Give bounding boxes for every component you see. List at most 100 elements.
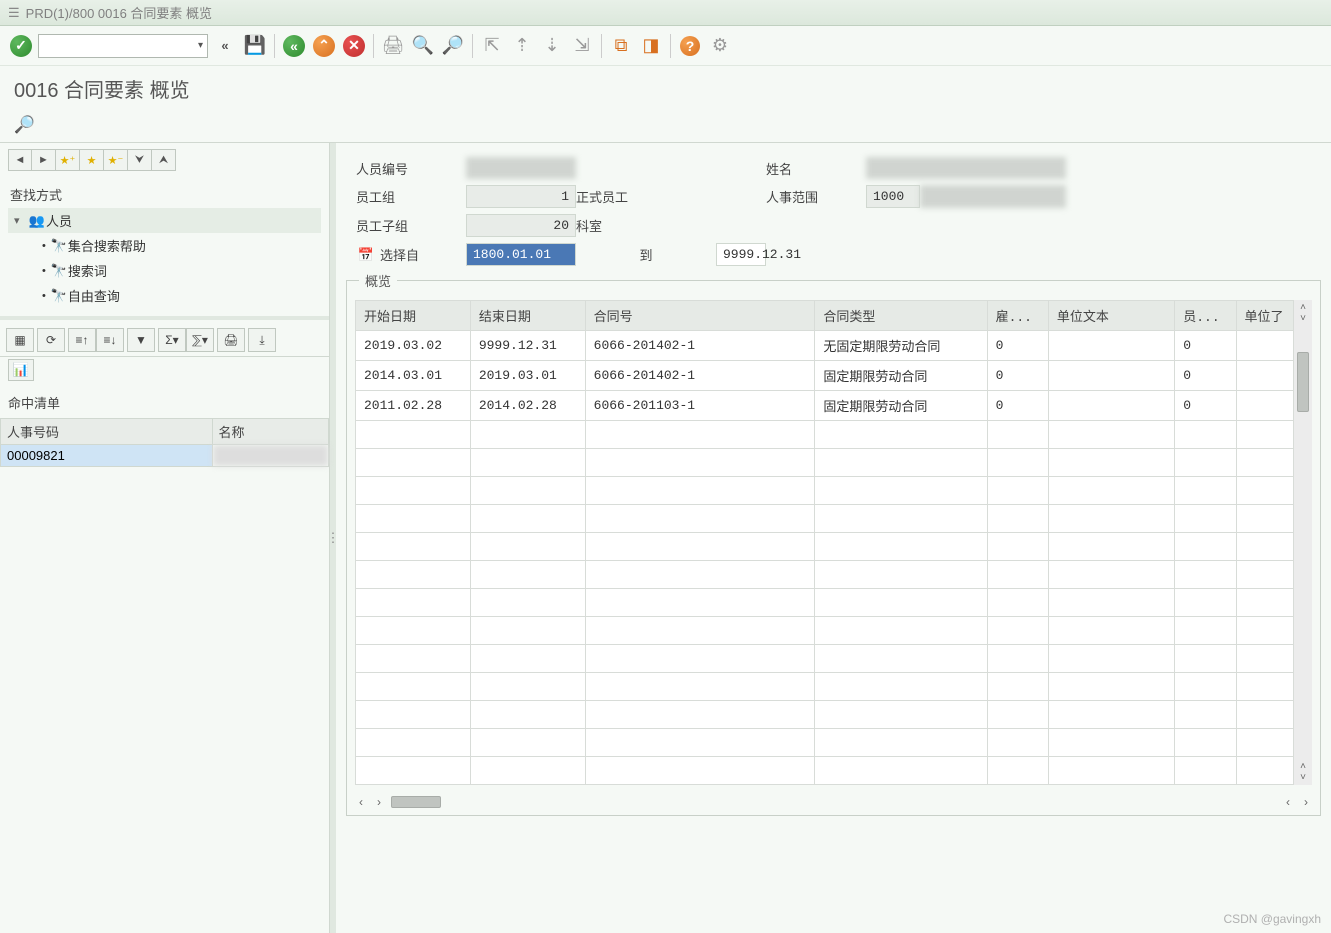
refresh-icon[interactable]: ⟳ xyxy=(37,328,65,352)
field-empsubgroup-text: 科室 xyxy=(576,216,716,235)
nav-next-icon[interactable]: ► xyxy=(32,149,56,171)
table-row-empty[interactable] xyxy=(356,533,1294,561)
print-icon[interactable]: 🖨 xyxy=(380,33,406,59)
table-row-empty[interactable] xyxy=(356,449,1294,477)
save-icon[interactable]: 💾 xyxy=(242,33,268,59)
table-row-empty[interactable] xyxy=(356,617,1294,645)
table-row-empty[interactable] xyxy=(356,477,1294,505)
nav-toolbar: ◄ ► ★⁺ ★ ★⁻ ⮟ ⮝ xyxy=(0,143,329,177)
command-field[interactable] xyxy=(38,34,208,58)
hscroll-right-icon[interactable]: › xyxy=(373,795,385,809)
table-row-empty[interactable] xyxy=(356,645,1294,673)
new-session-icon[interactable]: ⧉ xyxy=(608,33,634,59)
ov-col-6[interactable]: 员... xyxy=(1175,301,1236,331)
hscroll-left2-icon[interactable]: ‹ xyxy=(1282,795,1294,809)
scroll-up2-icon[interactable]: ˄ xyxy=(1300,761,1306,772)
hitlist-label: 命中清单 xyxy=(0,387,329,418)
first-page-icon[interactable]: ⇱ xyxy=(479,33,505,59)
hscroll-right2-icon[interactable]: › xyxy=(1300,795,1312,809)
horizontal-scrollbar[interactable]: ‹ › ‹ › xyxy=(347,793,1320,815)
field-pernr[interactable] xyxy=(466,157,576,179)
help-icon[interactable]: ? xyxy=(677,33,703,59)
table-row-empty[interactable] xyxy=(356,757,1294,785)
tree-item-collective-search[interactable]: •🔭集合搜索帮助 xyxy=(8,233,321,258)
vertical-scrollbar[interactable]: ˄ ˅ ˄ ˅ xyxy=(1294,300,1312,785)
hitlist-row[interactable]: 00009821 xyxy=(1,445,329,467)
people-icon: 👥 xyxy=(28,213,46,229)
expand-all-icon[interactable]: ⮟ xyxy=(128,149,152,171)
field-to[interactable]: 9999.12.31 xyxy=(716,243,766,266)
tree-root-person[interactable]: ▾ 👥 人员 xyxy=(8,208,321,233)
ov-col-0[interactable]: 开始日期 xyxy=(356,301,471,331)
sort-desc-icon[interactable]: ≡↓ xyxy=(96,328,124,352)
field-empgroup-text: 正式员工 xyxy=(576,187,716,206)
ov-col-5[interactable]: 单位文本 xyxy=(1048,301,1174,331)
table-row-empty[interactable] xyxy=(356,505,1294,533)
table-row-empty[interactable] xyxy=(356,421,1294,449)
hit-col-pernr[interactable]: 人事号码 xyxy=(1,419,213,445)
calendar-icon[interactable]: 📅 xyxy=(356,247,376,263)
table-row-empty[interactable] xyxy=(356,673,1294,701)
field-select-from[interactable]: 1800.01.01 xyxy=(466,243,576,266)
fav-del-icon[interactable]: ★⁻ xyxy=(104,149,128,171)
fav-icon[interactable]: ★ xyxy=(80,149,104,171)
scroll-down-icon[interactable]: ˅ xyxy=(1300,772,1306,783)
label-empgroup: 员工组 xyxy=(356,187,466,206)
hitlist-settings-icon[interactable]: 📊 xyxy=(8,359,34,381)
prev-page-icon[interactable]: ⇡ xyxy=(509,33,535,59)
back-page-icon[interactable]: « xyxy=(212,33,238,59)
ov-col-7[interactable]: 单位了 xyxy=(1236,301,1293,331)
layout-icon[interactable]: ◨ xyxy=(638,33,664,59)
ov-col-2[interactable]: 合同号 xyxy=(585,301,815,331)
details-icon[interactable]: ▦ xyxy=(6,328,34,352)
sort-asc-icon[interactable]: ≡↑ xyxy=(68,328,96,352)
label-empsubgroup: 员工子组 xyxy=(356,216,466,235)
app-menu-icon[interactable]: ☰ xyxy=(8,5,20,21)
label-to: 到 xyxy=(576,245,716,264)
hit-col-name[interactable]: 名称 xyxy=(212,419,329,445)
settings-icon[interactable]: ⚙ xyxy=(707,33,733,59)
table-row[interactable]: 2014.03.012019.03.016066-201402-1固定期限劳动合… xyxy=(356,361,1294,391)
ov-col-4[interactable]: 雇... xyxy=(987,301,1048,331)
table-row[interactable]: 2019.03.029999.12.316066-201402-1无固定期限劳动… xyxy=(356,331,1294,361)
export-icon[interactable]: ⤓ xyxy=(248,328,276,352)
sum-icon[interactable]: Σ▾ xyxy=(158,328,186,352)
scroll-up-icon[interactable]: ˄ xyxy=(1300,302,1306,313)
panel-divider[interactable] xyxy=(0,316,329,320)
scroll-thumb[interactable] xyxy=(1297,352,1309,412)
scroll-down-mini-icon[interactable]: ˅ xyxy=(1300,313,1306,324)
table-row-empty[interactable] xyxy=(356,729,1294,757)
field-empgroup-code: 1 xyxy=(466,185,576,208)
collapse-all-icon[interactable]: ⮝ xyxy=(152,149,176,171)
ov-col-1[interactable]: 结束日期 xyxy=(470,301,585,331)
fav-add-icon[interactable]: ★⁺ xyxy=(56,149,80,171)
tree-item-free-search[interactable]: •🔭自由查询 xyxy=(8,283,321,308)
hscroll-thumb[interactable] xyxy=(391,796,441,808)
next-page-icon[interactable]: ⇣ xyxy=(539,33,565,59)
ov-col-3[interactable]: 合同类型 xyxy=(815,301,987,331)
back-button[interactable]: « xyxy=(281,33,307,59)
header-fields: 人员编号 姓名 员工组 1 正式员工 人事范围 1000 员工子组 20 科室 … xyxy=(346,153,1331,280)
object-services-icon[interactable]: 🔍 xyxy=(14,115,35,135)
table-row-empty[interactable] xyxy=(356,701,1294,729)
tree-item-search-term[interactable]: •🔭搜索词 xyxy=(8,258,321,283)
find-next-icon[interactable]: 🔎 xyxy=(440,33,466,59)
overview-title: 概览 xyxy=(359,271,397,290)
subtotal-icon[interactable]: ⅀▾ xyxy=(186,328,214,352)
filter-icon[interactable]: ▼ xyxy=(127,328,155,352)
label-select-from: 选择自 xyxy=(380,245,419,264)
find-icon[interactable]: 🔍 xyxy=(410,33,436,59)
table-row-empty[interactable] xyxy=(356,561,1294,589)
page-title: 0016 合同要素 概览 xyxy=(0,66,1331,111)
hscroll-left-icon[interactable]: ‹ xyxy=(355,795,367,809)
cancel-button[interactable]: ✕ xyxy=(341,33,367,59)
enter-button[interactable]: ✓ xyxy=(8,33,34,59)
secondary-toolbar: 🔍 xyxy=(0,111,1331,143)
nav-prev-icon[interactable]: ◄ xyxy=(8,149,32,171)
exit-button[interactable]: ⌃ xyxy=(311,33,337,59)
last-page-icon[interactable]: ⇲ xyxy=(569,33,595,59)
print2-icon[interactable]: 🖨 xyxy=(217,328,245,352)
binoculars-icon: 🔭 xyxy=(50,238,68,254)
table-row-empty[interactable] xyxy=(356,589,1294,617)
table-row[interactable]: 2011.02.282014.02.286066-201103-1固定期限劳动合… xyxy=(356,391,1294,421)
